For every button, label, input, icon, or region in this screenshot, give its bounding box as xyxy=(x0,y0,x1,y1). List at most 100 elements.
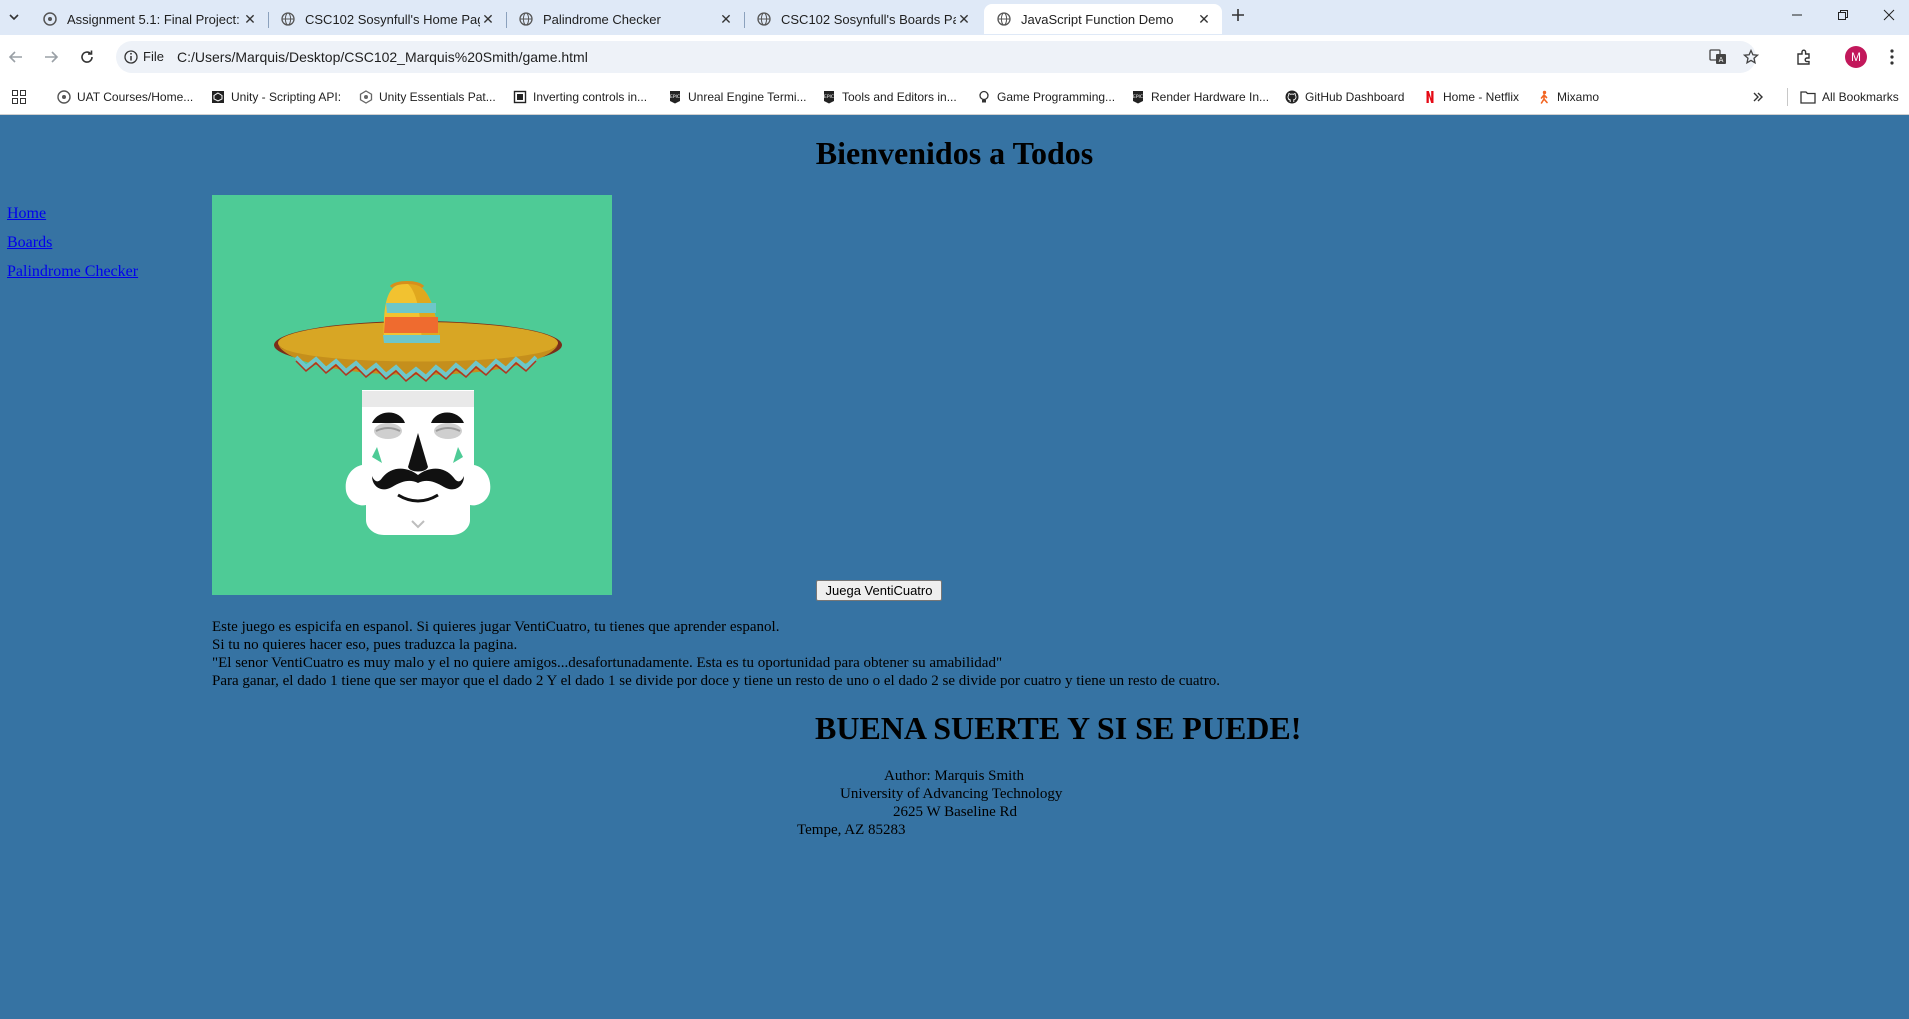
address-bar[interactable]: File C:/Users/Marquis/Desktop/CSC102_Mar… xyxy=(116,41,1759,73)
close-icon[interactable]: ✕ xyxy=(1196,11,1212,27)
profile-avatar[interactable]: M xyxy=(1845,46,1867,68)
double-chevron-right-icon xyxy=(1753,92,1763,102)
epic-icon: EPIC xyxy=(1131,90,1145,104)
browser-menu-button[interactable] xyxy=(1881,46,1903,68)
tab-function-demo[interactable]: JavaScript Function Demo ✕ xyxy=(984,4,1222,34)
apps-grid-icon xyxy=(12,90,26,104)
url-text[interactable]: C:/Users/Marquis/Desktop/CSC102_Marquis%… xyxy=(177,49,588,65)
bookmark-uat-courses[interactable]: UAT Courses/Home... xyxy=(57,88,193,106)
bookmark-label: GitHub Dashboard xyxy=(1305,90,1405,104)
bookmark-unity-scripting[interactable]: Unity - Scripting API: xyxy=(211,88,341,106)
bookmark-github-dashboard[interactable]: GitHub Dashboard xyxy=(1285,88,1404,106)
epic-icon: EPIC xyxy=(822,90,836,104)
bookmark-label: UAT Courses/Home... xyxy=(77,90,194,104)
sombrero-skull-image xyxy=(212,195,612,595)
all-bookmarks-button[interactable]: All Bookmarks xyxy=(1800,88,1899,106)
tab-strip: Assignment 5.1: Final Project: W ✕ CSC10… xyxy=(0,0,1909,35)
bookmark-label: Unity Essentials Pat... xyxy=(379,90,496,104)
bookmarks-bar: UAT Courses/Home... Unity - Scripting AP… xyxy=(0,79,1909,115)
tab-title: CSC102 Sosynfull's Home Page xyxy=(305,11,480,27)
tab-home-page[interactable]: CSC102 Sosynfull's Home Page ✕ xyxy=(268,4,506,34)
bookmark-unreal-terminology[interactable]: EPIC Unreal Engine Termi... xyxy=(668,88,807,106)
forward-button[interactable] xyxy=(39,46,63,68)
tab-title: Palindrome Checker xyxy=(543,11,661,27)
page-title: Bienvenidos a Todos xyxy=(815,135,1094,171)
scheme-label: File xyxy=(143,49,164,64)
sombrero-skull-illustration xyxy=(274,281,562,535)
bookmark-label: Home - Netflix xyxy=(1443,90,1520,104)
bookmark-mixamo[interactable]: Mixamo xyxy=(1537,88,1599,106)
play-venticuatro-button[interactable]: Juega VentiCuatro xyxy=(816,580,942,601)
bookmarks-divider xyxy=(1787,88,1788,106)
browser-toolbar: File C:/Users/Marquis/Desktop/CSC102_Mar… xyxy=(0,35,1909,79)
bookmark-game-programming[interactable]: Game Programming... xyxy=(977,88,1115,106)
tab-boards-page[interactable]: CSC102 Sosynfull's Boards Page ✕ xyxy=(744,4,982,34)
bookmark-unity-essentials[interactable]: Unity Essentials Pat... xyxy=(359,88,496,106)
description-line: Si tu no quieres hacer eso, pues traduzc… xyxy=(212,637,518,653)
globe-icon xyxy=(280,11,296,27)
unity-icon xyxy=(211,90,225,104)
puzzle-icon xyxy=(1797,49,1810,65)
arrow-left-icon xyxy=(8,51,22,63)
nav-link-home[interactable]: Home xyxy=(7,205,138,223)
author-street: 2625 W Baseline Rd xyxy=(893,804,1018,820)
author-city: Tempe, AZ 85283 xyxy=(797,822,906,838)
close-icon[interactable]: ✕ xyxy=(956,11,972,27)
close-icon[interactable]: ✕ xyxy=(242,11,258,27)
translate-button[interactable]: A xyxy=(1708,48,1728,66)
bookmark-label: Game Programming... xyxy=(997,90,1116,104)
more-vertical-icon xyxy=(1890,49,1894,65)
bookmark-inverting-controls[interactable]: Inverting controls in... xyxy=(513,88,647,106)
tab-palindrome[interactable]: Palindrome Checker ✕ xyxy=(506,4,744,34)
uat-icon xyxy=(57,90,71,104)
bookmark-label: Unity - Scripting API: xyxy=(231,90,342,104)
side-navigation: Home Boards Palindrome Checker xyxy=(7,205,138,292)
new-tab-button[interactable] xyxy=(1228,5,1248,25)
mixamo-icon xyxy=(1537,90,1551,104)
info-icon xyxy=(124,49,138,64)
close-window-button[interactable] xyxy=(1866,0,1909,30)
description-line: Este juego es espicifa en espanol. Si qu… xyxy=(212,619,780,635)
apps-button[interactable] xyxy=(12,88,26,106)
page-content: Bienvenidos a Todos Home Boards Palindro… xyxy=(0,115,1909,1019)
restore-button[interactable] xyxy=(1820,0,1866,30)
folder-icon xyxy=(1800,90,1816,104)
site-info-chip[interactable]: File xyxy=(124,49,164,64)
nav-link-palindrome-checker[interactable]: Palindrome Checker xyxy=(7,263,138,281)
tab-assignment[interactable]: Assignment 5.1: Final Project: W ✕ xyxy=(30,4,268,34)
description-line: "El senor VentiCuatro es muy malo y el n… xyxy=(212,655,1003,671)
author-name: Author: Marquis Smith xyxy=(884,768,1025,784)
bookmark-star-button[interactable] xyxy=(1741,48,1761,66)
description-line: Para ganar, el dado 1 tiene que ser mayo… xyxy=(212,673,1220,689)
author-school: University of Advancing Technology xyxy=(840,786,1063,802)
reload-button[interactable] xyxy=(75,46,99,68)
page-icon xyxy=(513,90,527,104)
bookmarks-overflow-button[interactable] xyxy=(1752,88,1764,106)
close-icon[interactable]: ✕ xyxy=(480,11,496,27)
bookmark-label: Mixamo xyxy=(1557,90,1600,104)
bookmark-tools-editors[interactable]: EPIC Tools and Editors in... xyxy=(822,88,957,106)
back-button[interactable] xyxy=(4,46,28,68)
bookmark-label: Inverting controls in... xyxy=(533,90,648,104)
bookmark-netflix[interactable]: Home - Netflix xyxy=(1423,88,1519,106)
restore-icon xyxy=(1838,10,1848,20)
tab-search-button[interactable] xyxy=(4,7,24,27)
svg-text:EPIC: EPIC xyxy=(1133,94,1143,100)
game-description: Este juego es espicifa en espanol. Si qu… xyxy=(212,618,1220,690)
close-icon[interactable]: ✕ xyxy=(718,11,734,27)
svg-text:A: A xyxy=(1719,56,1724,64)
plus-icon xyxy=(1232,9,1244,21)
globe-icon xyxy=(996,11,1012,27)
netflix-icon xyxy=(1423,90,1437,104)
svg-text:EPIC: EPIC xyxy=(670,94,680,100)
bookmark-render-hardware[interactable]: EPIC Render Hardware In... xyxy=(1131,88,1269,106)
nav-link-boards[interactable]: Boards xyxy=(7,234,138,252)
minimize-button[interactable] xyxy=(1774,0,1820,30)
bookmark-label: Tools and Editors in... xyxy=(842,90,957,104)
all-bookmarks-label: All Bookmarks xyxy=(1822,90,1899,104)
bookmark-label: Render Hardware In... xyxy=(1151,90,1270,104)
tab-title: JavaScript Function Demo xyxy=(1021,11,1174,27)
close-icon xyxy=(1883,9,1895,21)
extensions-button[interactable] xyxy=(1793,46,1815,68)
tab-title: Assignment 5.1: Final Project: W xyxy=(67,11,242,27)
